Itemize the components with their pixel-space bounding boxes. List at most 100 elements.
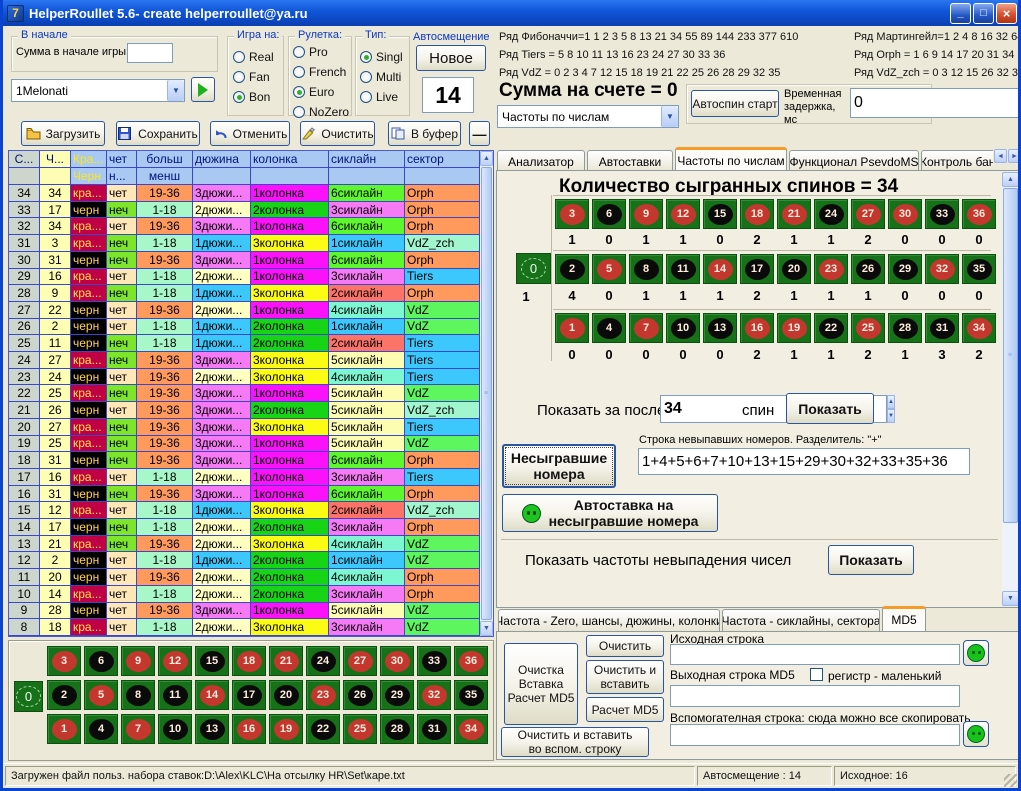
missed-numbers-button[interactable]: Несыгравшие номера (502, 444, 616, 488)
md5-run-icon[interactable] (963, 640, 989, 666)
table-row[interactable]: 1831черннеч19-363дюжи...1колонка6сиклайн… (9, 452, 480, 469)
table-row[interactable]: 1716кра...чет1-182дюжи...1колонка3сиклай… (9, 469, 480, 486)
scroll-up-icon[interactable]: ▲ (1002, 172, 1019, 187)
bottom-tab-2[interactable]: Частота - сиклайны, сектора (722, 609, 880, 631)
board-cell-0[interactable]: 0 (14, 681, 43, 712)
table-row[interactable]: 3434кра...чет19-363дюжи...1колонка6сикла… (9, 185, 480, 202)
radio-roulette-french[interactable]: French (293, 62, 349, 82)
new-offset-button[interactable]: Новое (416, 45, 486, 71)
radio-type-live[interactable]: Live (360, 87, 403, 107)
resize-grip[interactable] (1004, 774, 1017, 787)
board-cell-6[interactable]: 6 (84, 646, 118, 676)
table-scroll-thumb[interactable]: ≡ (481, 167, 492, 620)
table-row[interactable]: 2916кра...чет1-182дюжи...1колонка3сиклай… (9, 269, 480, 286)
spin-down-icon[interactable]: ▼ (887, 409, 895, 423)
table-row[interactable]: 1925кра...неч19-363дюжи...1колонка5сикла… (9, 436, 480, 453)
scroll-down-icon[interactable]: ▼ (480, 621, 493, 636)
board-cell-36[interactable]: 36 (454, 646, 488, 676)
board-cell-8[interactable]: 8 (121, 680, 155, 710)
show-last-spinner[interactable]: ▲ ▼ (887, 395, 895, 423)
table-row[interactable]: 262чернчет1-181дюжи...2колонка1сиклайнVd… (9, 319, 480, 336)
board-cell-5[interactable]: 5 (84, 680, 118, 710)
board-cell-18[interactable]: 18 (232, 646, 266, 676)
radio-type-singl[interactable]: Singl (360, 47, 403, 67)
chevron-down-icon[interactable]: ▼ (167, 80, 184, 101)
maximize-button-icon[interactable]: □ (973, 3, 994, 24)
board-cell-23[interactable]: 23 (306, 680, 340, 710)
start-sum-input[interactable] (127, 43, 173, 63)
radio-type-multi[interactable]: Multi (360, 67, 403, 87)
board-cell-24[interactable]: 24 (306, 646, 340, 676)
board-cell-7[interactable]: 7 (121, 714, 155, 744)
board-cell-3[interactable]: 3 (47, 646, 81, 676)
board-cell-13[interactable]: 13 (195, 714, 229, 744)
radio-roulette-euro[interactable]: Euro (293, 82, 349, 102)
tab-scroll-right-icon[interactable]: ► (1008, 149, 1021, 163)
delay-input[interactable] (850, 88, 1021, 118)
title-bar[interactable]: 7 HelperRoullet 5.6- create helperroulle… (0, 0, 1021, 26)
md5-source-input[interactable] (670, 644, 960, 665)
table-row[interactable]: 1512кра...чет1-181дюжи...3колонка2сиклай… (9, 502, 480, 519)
board-cell-1[interactable]: 1 (47, 714, 81, 744)
table-row[interactable]: 1631черннеч19-363дюжи...1колонка6сиклайн… (9, 486, 480, 503)
tab-3[interactable]: Частоты по числам (675, 147, 787, 172)
register-checkbox[interactable] (810, 668, 823, 681)
bottom-tab-3[interactable]: MD5 (882, 606, 926, 631)
table-row[interactable]: 1417черннеч1-182дюжи...2колонка3сиклайнO… (9, 519, 480, 536)
freq-scroll-thumb[interactable]: ≡ (1003, 188, 1018, 523)
table-row[interactable]: 3031черннеч19-363дюжи...1колонка6сиклайн… (9, 252, 480, 269)
preset-combobox[interactable]: 1Melonati ▼ (11, 79, 185, 102)
board-cell-14[interactable]: 14 (195, 680, 229, 710)
board-cell-34[interactable]: 34 (454, 714, 488, 744)
table-row[interactable]: 2722чернчет19-362дюжи...1колонка4сиклайн… (9, 302, 480, 319)
board-cell-10[interactable]: 10 (158, 714, 192, 744)
board-cell-32[interactable]: 32 (417, 680, 451, 710)
table-row[interactable]: 3234кра...чет19-363дюжи...1колонка6сикла… (9, 218, 480, 235)
radio-game-fan[interactable]: Fan (233, 67, 274, 87)
toolbar-floppy-button[interactable]: Сохранить (116, 121, 200, 146)
board-cell-35[interactable]: 35 (454, 680, 488, 710)
autobet-missed-button[interactable]: Автоставка на несыгравшие номера (502, 494, 718, 532)
board-cell-27[interactable]: 27 (343, 646, 377, 676)
table-row[interactable]: 2324чернчет19-362дюжи...3колонка4сиклайн… (9, 369, 480, 386)
table-row[interactable]: 1014кра...чет1-182дюжи...2колонка3сиклай… (9, 586, 480, 603)
missed-numbers-input[interactable] (638, 448, 970, 475)
board-cell-33[interactable]: 33 (417, 646, 451, 676)
md5-aux-run-icon[interactable] (963, 721, 989, 747)
chevron-down-icon[interactable]: ▼ (661, 106, 678, 127)
freq-scrollbar[interactable]: ▲ ≡ ▼ (1002, 172, 1019, 606)
table-row[interactable]: 928чернчет19-363дюжи...1колонка5сиклайнV… (9, 603, 480, 620)
table-row[interactable]: 313кра...неч1-181дюжи...3колонка1сиклайн… (9, 235, 480, 252)
radio-game-real[interactable]: Real (233, 47, 274, 67)
md5-calc-button[interactable]: Расчет MD5 (586, 697, 664, 722)
table-row[interactable]: 2225кра...неч19-363дюжи...1колонка5сикла… (9, 385, 480, 402)
tab-5[interactable]: Контроль банкро (921, 150, 993, 172)
table-row[interactable]: 2427кра...неч19-363дюжи...3колонка5сикла… (9, 352, 480, 369)
table-row[interactable]: 289кра...неч1-181дюжи...3колонка2сиклайн… (9, 285, 480, 302)
board-cell-12[interactable]: 12 (158, 646, 192, 676)
md5-clear-paste-aux-button[interactable]: Очистить и вставить во вспом. строку (501, 727, 649, 757)
board-cell-15[interactable]: 15 (195, 646, 229, 676)
close-button-icon[interactable]: × (996, 3, 1017, 24)
toolbar-undo-button[interactable]: Отменить (210, 121, 290, 146)
table-row[interactable]: 818кра...чет1-182дюжи...3колонка3сиклайн… (9, 619, 480, 636)
radio-roulette-nozero[interactable]: NoZero (293, 102, 349, 122)
board-cell-11[interactable]: 11 (158, 680, 192, 710)
board-cell-26[interactable]: 26 (343, 680, 377, 710)
scroll-up-icon[interactable]: ▲ (480, 151, 493, 166)
table-row[interactable]: 2511черннеч1-181дюжи...2колонка2сиклайнT… (9, 335, 480, 352)
board-cell-19[interactable]: 19 (269, 714, 303, 744)
md5-clear-paste-calc-button[interactable]: Очистка Вставка Расчет MD5 (504, 643, 578, 725)
toolbar-brush-button[interactable]: Очистить (300, 121, 375, 146)
board-cell-21[interactable]: 21 (269, 646, 303, 676)
play-button[interactable] (191, 77, 215, 102)
md5-output-input[interactable] (670, 685, 960, 707)
view-filter-combobox[interactable]: Частоты по числам ▼ (497, 105, 679, 128)
tab-1[interactable]: Анализатор (497, 150, 585, 172)
table-row[interactable]: 2126чернчет19-363дюжи...2колонка5сиклайн… (9, 402, 480, 419)
collapse-button[interactable]: — (469, 121, 490, 146)
table-scrollbar[interactable]: ▲ ≡ ▼ (480, 151, 493, 636)
toolbar-copy-button[interactable]: В буфер (388, 121, 461, 146)
radio-roulette-pro[interactable]: Pro (293, 42, 349, 62)
autospin-start-button[interactable]: Автоспин старт (691, 90, 779, 117)
